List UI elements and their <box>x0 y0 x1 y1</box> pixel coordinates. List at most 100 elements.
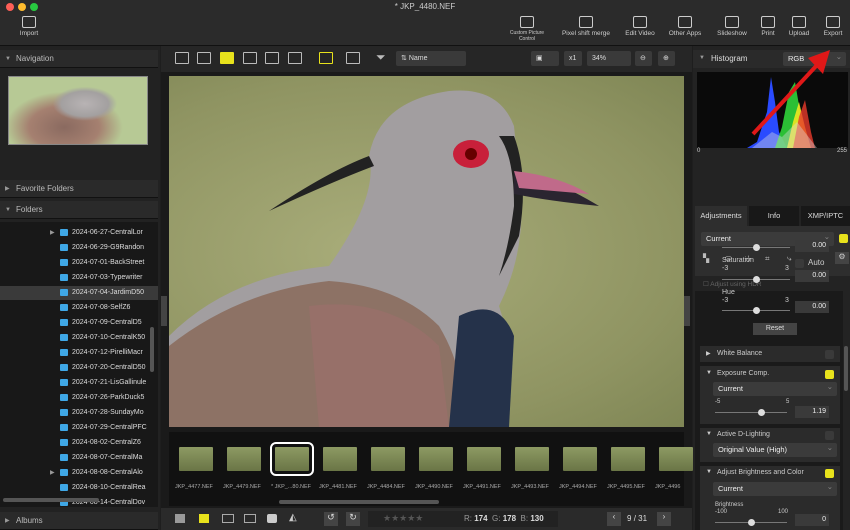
display-mode-icon[interactable] <box>319 52 333 64</box>
minimize-window-button[interactable] <box>18 3 26 11</box>
folder-item[interactable]: 2024-07-21-LisGallinule <box>60 376 158 390</box>
filmstrip-thumbnail[interactable] <box>179 447 213 471</box>
saturation-slider-knob[interactable] <box>753 276 760 283</box>
folder-item[interactable]: 2024-08-02-CentralZ6 <box>60 436 158 450</box>
before-after-icon[interactable] <box>288 52 302 64</box>
close-window-button[interactable] <box>6 3 14 11</box>
export-button[interactable]: Export <box>818 16 848 37</box>
top-slider-knob[interactable] <box>753 244 760 251</box>
folder-item[interactable]: 2024-08-08-CentralAlo ▶ <box>50 466 158 480</box>
folders-header[interactable]: ▼ Folders <box>0 201 158 219</box>
filmstrip-view-icon[interactable] <box>243 52 257 64</box>
folder-tree-vertical-scrollbar[interactable] <box>150 327 154 372</box>
hue-value-field[interactable]: 0.00 <box>795 301 829 313</box>
folder-item[interactable]: 2024-07-09-CentralD5 <box>60 316 158 330</box>
rotate-right-button[interactable]: ↻ <box>346 512 360 526</box>
info-overlay-icon[interactable] <box>222 514 234 523</box>
histogram-toggle-icon[interactable]: ◭ <box>289 512 297 523</box>
exposure-slider-knob[interactable] <box>758 409 765 416</box>
settings-gear-icon[interactable]: ⚙ <box>835 252 849 264</box>
white-balance-checkbox[interactable] <box>825 350 834 359</box>
favorite-folders-header[interactable]: ▶ Favorite Folders <box>0 180 158 198</box>
right-panel-toggle[interactable] <box>684 296 690 326</box>
expand-triangle-icon[interactable]: ▶ <box>50 226 55 240</box>
compare-view-icon[interactable] <box>265 52 279 64</box>
saturation-value-field[interactable]: 0.00 <box>795 270 829 282</box>
exposure-slider[interactable] <box>715 412 787 413</box>
collapse-triangle-icon[interactable]: ▼ <box>706 370 712 376</box>
albums-header[interactable]: ▶ Albums <box>0 512 158 530</box>
reset-button[interactable]: Reset <box>753 323 797 335</box>
zoom-dropdown[interactable]: 34% <box>587 51 631 66</box>
folder-item[interactable]: 2024-07-08-SelfZ6 <box>60 301 158 315</box>
crop-icon[interactable]: ⌗ <box>765 254 770 264</box>
folder-item[interactable]: 2024-07-20-CentralD50 <box>60 361 158 375</box>
zoom-in-button[interactable]: ⊕ <box>658 51 675 66</box>
rotate-left-button[interactable]: ↺ <box>324 512 338 526</box>
brightness-value-field[interactable]: 0 <box>795 514 829 526</box>
filmstrip-scrollbar[interactable] <box>279 500 439 504</box>
custom-picture-control-button[interactable]: Custom Picture Control <box>502 16 552 42</box>
other-apps-button[interactable]: Other Apps <box>664 16 706 37</box>
filmstrip-thumbnail[interactable] <box>515 447 549 471</box>
tone-curve-icon[interactable]: ⤷ <box>787 254 791 264</box>
upload-button[interactable]: Upload <box>785 16 813 37</box>
top-value-field[interactable]: 0.00 <box>795 240 829 252</box>
folder-item[interactable]: 2024-07-01-BackStreet <box>60 256 158 270</box>
slideshow-button[interactable]: Slideshow <box>713 16 751 37</box>
sort-dropdown[interactable]: ⇅ Name <box>396 51 466 66</box>
brightness-slider-knob[interactable] <box>748 519 755 526</box>
brightness-color-checkbox[interactable] <box>825 469 834 478</box>
previous-image-button[interactable]: ‹ <box>607 512 621 526</box>
folder-item[interactable]: 2024-07-04-JardimD50 <box>0 286 158 300</box>
expand-triangle-icon[interactable]: ▶ <box>50 466 55 480</box>
exposure-value-field[interactable]: 1.19 <box>795 406 829 418</box>
brightness-color-preset-dropdown[interactable]: Current <box>713 480 837 496</box>
magnification-button[interactable]: x1 <box>564 51 582 66</box>
main-photo-bird[interactable] <box>169 76 684 427</box>
filmstrip-thumbnail[interactable] <box>227 447 261 471</box>
filmstrip-thumbnail[interactable] <box>611 447 645 471</box>
filmstrip-thumbnail[interactable] <box>270 442 314 476</box>
pixel-shift-merge-button[interactable]: Pixel shift merge <box>556 16 616 37</box>
folder-item[interactable]: 2024-07-03-Typewriter <box>60 271 158 285</box>
folder-item[interactable]: 2024-07-10-CentralK50 <box>60 331 158 345</box>
tab-adjustments[interactable]: Adjustments <box>695 206 747 226</box>
folder-item[interactable]: 2024-08-10-CentralRea <box>60 481 158 495</box>
stack-active-icon[interactable] <box>199 514 209 523</box>
white-balance-section[interactable]: ▶ White Balance <box>700 346 840 362</box>
filter-icon[interactable]: ⏷ <box>376 50 386 65</box>
import-button[interactable]: Import <box>14 16 44 37</box>
filmstrip-thumbnail[interactable] <box>563 447 597 471</box>
left-panel-toggle[interactable] <box>161 296 167 326</box>
preset-checkbox[interactable] <box>839 234 848 243</box>
collapse-triangle-icon[interactable]: ▼ <box>706 431 712 437</box>
info-icon[interactable] <box>267 514 277 523</box>
stack-icon[interactable] <box>175 514 185 523</box>
fit-dropdown[interactable]: ▣ <box>531 51 559 66</box>
folder-item[interactable]: 2024-07-26-ParkDuck5 <box>60 391 158 405</box>
collapse-triangle-icon[interactable]: ▼ <box>706 469 712 475</box>
single-view-icon[interactable] <box>220 52 234 64</box>
folder-item[interactable]: 2024-06-29-G9Randon <box>60 241 158 255</box>
tab-xmp-iptc[interactable]: XMP/IPTC <box>801 206 850 226</box>
filmstrip-thumbnail[interactable] <box>323 447 357 471</box>
grid-overlay-icon[interactable] <box>244 514 256 523</box>
auto-checkbox[interactable] <box>795 259 804 268</box>
filmstrip-thumbnail[interactable] <box>659 447 693 471</box>
filmstrip-thumbnail[interactable] <box>419 447 453 471</box>
filmstrip-thumbnail[interactable] <box>467 447 501 471</box>
folder-item[interactable]: 2024-08-07-CentralMa <box>60 451 158 465</box>
list-view-icon[interactable] <box>197 52 211 64</box>
filmstrip-thumbnail[interactable] <box>371 447 405 471</box>
navigation-thumbnail[interactable] <box>8 76 148 145</box>
zoom-window-button[interactable] <box>30 3 38 11</box>
active-d-lighting-dropdown[interactable]: Original Value (High) <box>713 441 837 457</box>
exposure-comp-checkbox[interactable] <box>825 370 834 379</box>
grid-view-icon[interactable] <box>175 52 189 64</box>
folder-item[interactable]: 2024-07-28-SundayMo <box>60 406 158 420</box>
fit-icon[interactable] <box>346 52 360 64</box>
exposure-preset-dropdown[interactable]: Current <box>713 380 837 396</box>
zoom-out-button[interactable]: ⊖ <box>635 51 652 66</box>
folder-item[interactable]: 2024-07-29-CentralPFC <box>60 421 158 435</box>
